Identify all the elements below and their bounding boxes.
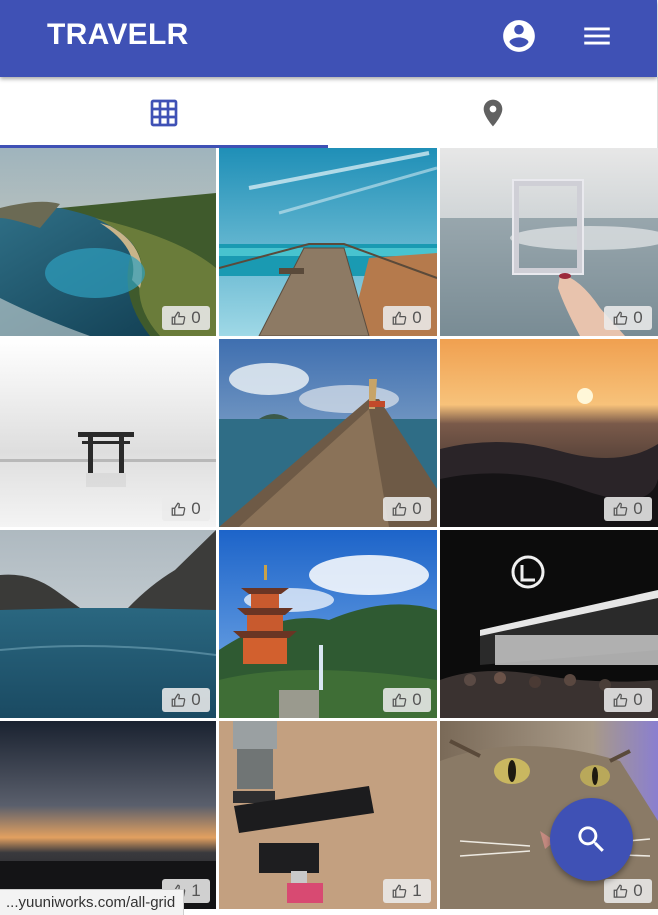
like-count: 0 — [633, 690, 643, 709]
photo-tile[interactable]: 0 — [219, 530, 437, 718]
search-icon — [578, 826, 604, 852]
thumb-up-icon — [392, 502, 407, 516]
account-button[interactable] — [500, 17, 538, 55]
grid-icon — [150, 99, 178, 127]
photo-tile[interactable]: 0 — [440, 148, 658, 336]
like-button[interactable]: 0 — [162, 306, 210, 330]
like-count: 0 — [191, 308, 201, 327]
like-count: 1 — [191, 881, 201, 900]
like-count: 0 — [191, 499, 201, 518]
like-count: 0 — [412, 308, 422, 327]
photo-tile[interactable]: 1 — [0, 721, 216, 909]
thumb-up-icon — [613, 884, 628, 898]
like-button[interactable]: 1 — [383, 879, 431, 903]
photo-tile[interactable]: 0 — [440, 530, 658, 718]
like-button[interactable]: 0 — [383, 497, 431, 521]
photo-tile[interactable]: 1 — [219, 721, 437, 909]
location-pin-icon — [483, 99, 503, 127]
app-bar: TRAVELR — [0, 0, 657, 77]
like-button[interactable]: 0 — [162, 497, 210, 521]
photo-grid: 0 0 0 0 0 0 0 0 0 1 1 0 — [0, 148, 658, 909]
active-tab-indicator — [0, 145, 328, 148]
thumb-up-icon — [392, 311, 407, 325]
thumb-up-icon — [613, 311, 628, 325]
like-button[interactable]: 0 — [604, 306, 652, 330]
photo-tile[interactable]: 0 — [219, 148, 437, 336]
app-title: TRAVELR — [47, 18, 189, 51]
thumb-up-icon — [171, 502, 186, 516]
like-button[interactable]: 0 — [383, 306, 431, 330]
status-bar-url: ...yuuniworks.com/all-grid — [0, 889, 185, 915]
thumb-up-icon — [171, 693, 186, 707]
like-count: 1 — [412, 881, 422, 900]
photo-tile[interactable]: 0 — [0, 339, 216, 527]
like-count: 0 — [633, 499, 643, 518]
like-button[interactable]: 0 — [604, 688, 652, 712]
like-count: 0 — [412, 690, 422, 709]
like-button[interactable]: 0 — [604, 879, 652, 903]
photo-tile[interactable]: 0 — [0, 530, 216, 718]
view-tabs — [0, 77, 658, 148]
like-button[interactable]: 0 — [604, 497, 652, 521]
like-button[interactable]: 0 — [162, 688, 210, 712]
like-count: 0 — [633, 881, 643, 900]
thumb-up-icon — [171, 311, 186, 325]
thumb-up-icon — [392, 884, 407, 898]
like-count: 0 — [633, 308, 643, 327]
thumb-up-icon — [392, 693, 407, 707]
photo-tile[interactable]: 0 — [440, 339, 658, 527]
menu-button[interactable] — [580, 19, 614, 53]
tab-map[interactable] — [329, 77, 657, 148]
photo-tile[interactable]: 0 — [219, 339, 437, 527]
tab-grid[interactable] — [0, 77, 328, 148]
photo-tile[interactable]: 0 — [0, 148, 216, 336]
like-button[interactable]: 0 — [383, 688, 431, 712]
search-fab[interactable] — [550, 798, 633, 881]
menu-icon — [584, 27, 610, 45]
thumb-up-icon — [613, 693, 628, 707]
account-circle-icon — [503, 20, 535, 52]
thumb-up-icon — [613, 502, 628, 516]
like-count: 0 — [191, 690, 201, 709]
like-count: 0 — [412, 499, 422, 518]
